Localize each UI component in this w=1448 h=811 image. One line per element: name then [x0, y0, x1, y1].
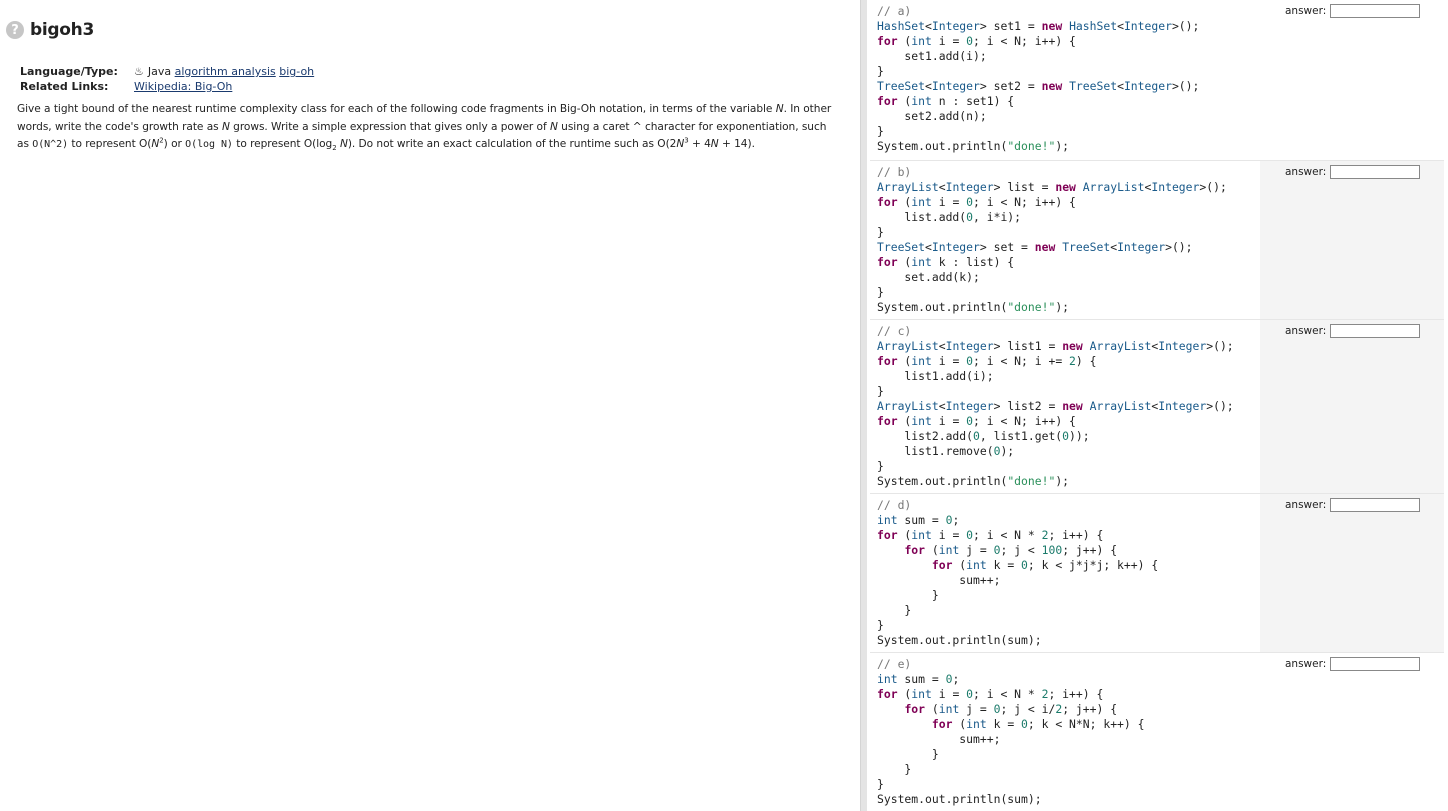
desc-text: to represent O(log [232, 138, 333, 150]
wikipedia-big-oh-link[interactable]: Wikipedia: Big-Oh [134, 80, 232, 93]
answer-area-a: answer: [1260, 0, 1444, 160]
problem-label: // a) [877, 4, 912, 18]
title-row: ? bigoh3 [6, 19, 94, 41]
problem-e: // e) int sum = 0; for (int i = 0; i < N… [870, 653, 1444, 811]
page-title: bigoh3 [30, 20, 94, 40]
answer-input-e[interactable] [1330, 657, 1420, 671]
desc-text: ). Do not write an exact calculation of … [347, 138, 677, 150]
code-block-b: // b) ArrayList<Integer> list = new Arra… [870, 161, 1260, 319]
desc-code: O(log N) [185, 139, 233, 150]
answer-label: answer: [1285, 658, 1327, 670]
problem-a: // a) HashSet<Integer> set1 = new HashSe… [870, 0, 1444, 160]
problem-label: // c) [877, 324, 912, 338]
language-row: Language/Type: ♨ Java algorithm analysis … [20, 64, 314, 79]
code-e: // e) int sum = 0; for (int i = 0; i < N… [877, 657, 1145, 806]
problem-b: // b) ArrayList<Integer> list = new Arra… [870, 161, 1444, 319]
language-label: Language/Type: [20, 65, 118, 78]
desc-var: N [549, 120, 558, 133]
answer-input-a[interactable] [1330, 4, 1420, 18]
desc-text: + 14). [718, 138, 755, 150]
problem-d: // d) int sum = 0; for (int i = 0; i < N… [870, 494, 1444, 652]
code-block-c: // c) ArrayList<Integer> list1 = new Arr… [870, 320, 1260, 493]
desc-var: N [710, 138, 719, 150]
desc-code: O(N^2) [32, 139, 69, 150]
answer-input-b[interactable] [1330, 165, 1420, 179]
desc-text: to represent O( [68, 138, 152, 150]
language-name: Java [147, 65, 172, 78]
answer-label: answer: [1285, 325, 1327, 337]
problem-meta: Language/Type: ♨ Java algorithm analysis … [20, 64, 314, 94]
answer-area-b: answer: [1260, 161, 1444, 319]
answer-label: answer: [1285, 5, 1327, 17]
code-block-e: // e) int sum = 0; for (int i = 0; i < N… [870, 653, 1260, 811]
desc-text: Give a tight bound of the nearest runtim… [17, 103, 776, 115]
problem-description: Give a tight bound of the nearest runtim… [17, 101, 837, 154]
related-links-label: Related Links: [20, 80, 109, 93]
problem-label: // b) [877, 165, 912, 179]
code-a: // a) HashSet<Integer> set1 = new HashSe… [877, 4, 1200, 153]
tag-link-algorithm-analysis[interactable]: algorithm analysis [175, 65, 276, 78]
desc-var: N [221, 120, 230, 133]
problem-description-pane: ? bigoh3 Language/Type: ♨ Java algorithm … [0, 0, 860, 811]
desc-var: N [339, 138, 348, 150]
code-b: // b) ArrayList<Integer> list = new Arra… [877, 165, 1227, 314]
desc-text: grows. Write a simple expression that gi… [229, 120, 550, 133]
desc-var: N [775, 103, 784, 115]
language-value: ♨ Java algorithm analysis big-oh [134, 64, 314, 79]
answer-input-c[interactable] [1330, 324, 1420, 338]
problem-label: // e) [877, 657, 912, 671]
answer-label: answer: [1285, 499, 1327, 511]
problem-label: // d) [877, 498, 912, 512]
help-icon[interactable]: ? [6, 21, 24, 39]
problems-pane: // a) HashSet<Integer> set1 = new HashSe… [866, 0, 1448, 811]
answer-area-c: answer: [1260, 320, 1444, 493]
code-d: // d) int sum = 0; for (int i = 0; i < N… [877, 498, 1159, 647]
answer-label: answer: [1285, 166, 1327, 178]
problem-c: // c) ArrayList<Integer> list1 = new Arr… [870, 320, 1444, 493]
java-icon: ♨ [134, 65, 144, 78]
answer-area-e: answer: [1260, 653, 1444, 811]
desc-text: ) or [163, 138, 186, 150]
related-links-row: Related Links: Wikipedia: Big-Oh [20, 79, 314, 94]
tag-link-big-oh[interactable]: big-oh [279, 65, 314, 78]
code-block-d: // d) int sum = 0; for (int i = 0; i < N… [870, 494, 1260, 652]
answer-input-d[interactable] [1330, 498, 1420, 512]
code-block-a: // a) HashSet<Integer> set1 = new HashSe… [870, 0, 1260, 160]
desc-text: + 4 [688, 138, 711, 150]
answer-area-d: answer: [1260, 494, 1444, 652]
desc-sub: 2 [332, 144, 337, 153]
code-c: // c) ArrayList<Integer> list1 = new Arr… [877, 324, 1234, 488]
